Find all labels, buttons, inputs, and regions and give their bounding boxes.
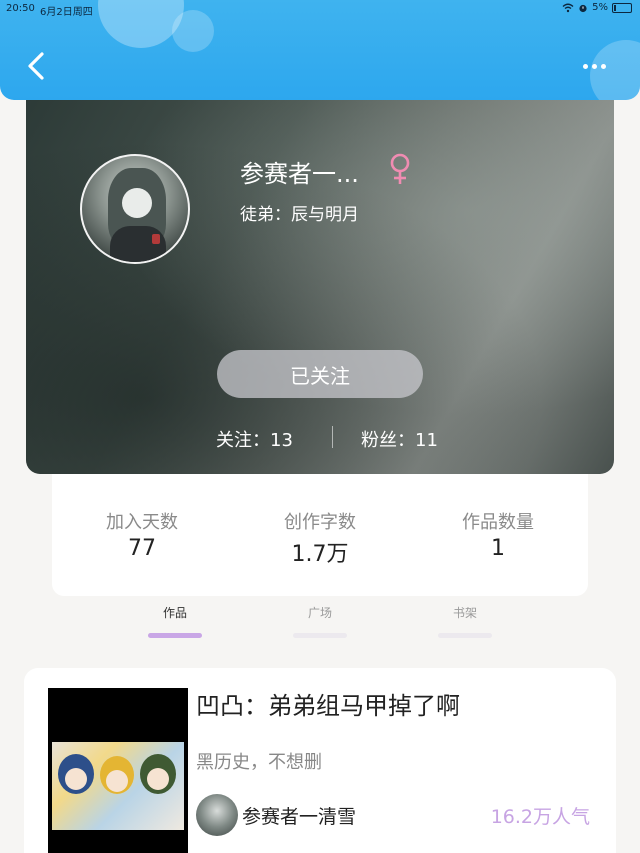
alarm-icon	[579, 4, 587, 12]
divider	[332, 426, 333, 448]
status-time: 20:50	[6, 3, 35, 14]
tab-label: 书架	[452, 606, 477, 620]
tab-label: 广场	[307, 606, 332, 620]
stat-label: 作品数量	[462, 512, 534, 533]
status-right: 5%	[562, 2, 632, 13]
tab-indicator	[148, 633, 202, 638]
stat-value: 1	[491, 536, 505, 561]
stat-works-count: 作品数量 1	[408, 508, 588, 561]
more-dot-icon	[582, 63, 588, 69]
tab-bookshelf[interactable]: 书架	[425, 604, 505, 638]
profile-header: 参赛者一... 徒弟：辰与明月 已关注 关注：13 粉丝：11	[26, 96, 614, 474]
tab-label: 作品	[162, 606, 187, 620]
user-name: 参赛者一...	[240, 160, 359, 188]
book-title[interactable]: 凹凸：弟弟组马甲掉了啊	[196, 686, 460, 721]
stat-value: 77	[128, 536, 156, 561]
top-bar: 20:50 6月2日周四 5%	[0, 0, 640, 100]
stat-value: 1.7万	[291, 542, 349, 567]
status-bar: 20:50 6月2日周四 5%	[0, 0, 640, 18]
status-date: 6月2日周四	[40, 7, 93, 18]
stats-card: 加入天数 77 创作字数 1.7万 作品数量 1	[52, 474, 588, 596]
user-avatar[interactable]	[80, 154, 190, 264]
tab-bar: 作品 广场 书架	[0, 598, 640, 638]
more-dot-icon	[600, 63, 606, 69]
tab-works[interactable]: 作品	[135, 604, 215, 638]
book-description: 黑历史，不想删	[196, 752, 322, 773]
stat-label: 加入天数	[106, 512, 178, 533]
fans-count[interactable]: 粉丝：11	[361, 426, 438, 452]
wifi-icon	[562, 3, 574, 12]
stat-word-count: 创作字数 1.7万	[230, 508, 410, 568]
more-button[interactable]	[578, 56, 610, 76]
author-name[interactable]: 参赛者一清雪	[242, 802, 356, 829]
work-card[interactable]: 凹凸：弟弟组马甲掉了啊 黑历史，不想删 参赛者一清雪 16.2万人气	[24, 668, 616, 853]
more-dot-icon	[591, 63, 597, 69]
stat-label: 创作字数	[284, 512, 356, 533]
tab-square[interactable]: 广场	[280, 604, 360, 638]
popularity-count: 16.2万人气	[490, 806, 590, 828]
cover-art	[52, 742, 184, 830]
book-cover[interactable]	[48, 688, 188, 853]
apprentice-label[interactable]: 徒弟：辰与明月	[240, 200, 359, 225]
author-avatar[interactable]	[196, 794, 238, 836]
tab-indicator	[293, 633, 347, 638]
following-count[interactable]: 关注：13	[216, 426, 293, 452]
battery-icon	[612, 2, 632, 13]
stat-join-days: 加入天数 77	[52, 508, 232, 561]
chevron-left-icon	[28, 52, 44, 80]
tab-indicator	[438, 633, 492, 638]
female-gender-icon	[390, 153, 410, 184]
followed-button[interactable]: 已关注	[217, 350, 423, 398]
back-button[interactable]	[24, 50, 48, 82]
battery-percent: 5%	[592, 2, 608, 13]
